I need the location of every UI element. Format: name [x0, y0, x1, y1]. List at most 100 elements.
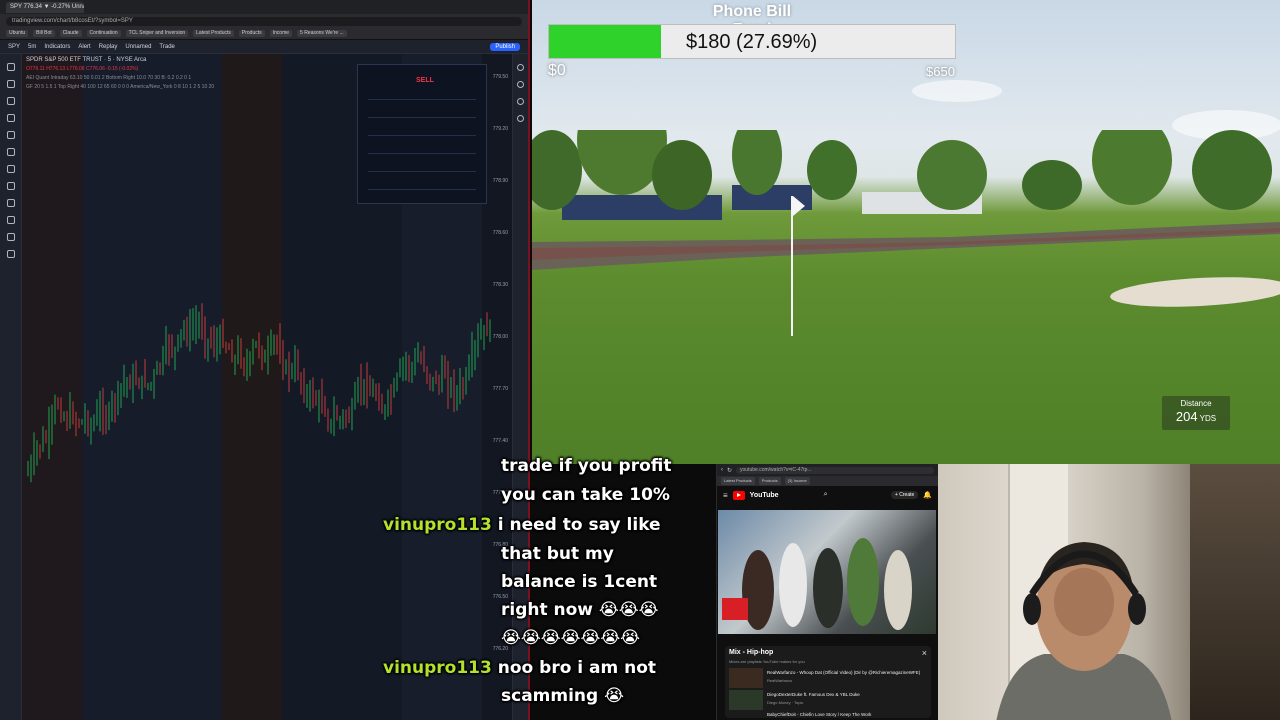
eye-tool-icon[interactable] [6, 233, 15, 241]
bookmark-item[interactable]: Products [758, 477, 781, 485]
indicator-legend: AEI Quant Intraday 63.10 50 0.01 2 Botto… [26, 75, 192, 81]
yt-address-bar[interactable]: youtube.com/watch?v=iC-47tp... [736, 466, 934, 474]
game-capture: Phone Bill Fund $180 (27.69%) $0 $650 Di… [532, 0, 1280, 464]
session-band [82, 54, 222, 720]
playlist-item[interactable]: DiegoDexterDuke ft. Famous Dex & YBL Duk… [729, 690, 925, 712]
playlist-item-title: RealWarfanzo - Whoop Dat (Official Video… [767, 670, 921, 675]
reload-icon[interactable]: ↻ [727, 467, 732, 474]
signal-row [368, 153, 476, 154]
price-axis-label: 777.70 [492, 386, 508, 392]
video-player[interactable] [718, 510, 936, 634]
ideas-icon[interactable] [517, 115, 524, 122]
fund-max-label: $650 [926, 64, 955, 79]
price-axis-label: 778.90 [492, 178, 508, 184]
bookmark-item[interactable]: Latest Products [193, 30, 234, 37]
ohlc-readout: O776.11 H776.13 L776.06 C776.06 -0.15 (-… [26, 66, 139, 72]
yt-bookmarks-bar: Latest Products Products (3) Income [717, 476, 938, 486]
back-icon[interactable]: ‹ [721, 467, 723, 473]
bookmark-item[interactable]: TCL Sniper and Inversion [125, 30, 189, 37]
youtube-window: ‹ ↻ youtube.com/watch?v=iC-47tp... Lates… [716, 464, 938, 720]
mix-subtitle: Mixes are playlists YouTube makes for yo… [729, 659, 805, 664]
spectator-crowd [532, 222, 1280, 270]
notifications-icon[interactable]: 🔔 [923, 491, 932, 499]
close-icon[interactable]: × [922, 648, 927, 658]
distance-readout: Distance 204 YDS [1162, 396, 1230, 430]
signal-row [368, 99, 476, 100]
magnet-tool-icon[interactable] [6, 199, 15, 207]
fund-progress-fill [549, 25, 662, 58]
symbol-title: SPDR S&P 500 ETF TRUST · 5 · NYSE Arca [26, 57, 147, 63]
interval-button[interactable]: 5m [28, 44, 36, 50]
watchlist-icon[interactable] [517, 64, 524, 71]
calendar-icon[interactable] [517, 98, 524, 105]
bookmark-item[interactable]: Income [269, 30, 293, 37]
playlist-item[interactable]: RealWarfanzo - Whoop Dat (Official Video… [729, 668, 925, 690]
youtube-logo-icon[interactable] [732, 490, 745, 500]
playlist-item-title: BabyChiefDoit - Chiefin Love Story / Kee… [767, 712, 872, 717]
fund-amount: $180 (27.69%) [686, 31, 818, 53]
stream-layout: SPY 776.34 ▼ -0.27% Unnamed tradingview.… [0, 0, 1280, 720]
yt-brand[interactable]: YouTube [750, 492, 779, 499]
video-thumbnail [729, 690, 763, 710]
distance-value: 204 [1175, 409, 1198, 424]
signal-row [368, 189, 476, 190]
create-button[interactable]: + Create [890, 491, 919, 499]
alerts-icon[interactable] [517, 81, 524, 88]
playlist-item[interactable]: BabyChiefDoit - Chiefin Love Story / Kee… [729, 710, 925, 718]
text-tool-icon[interactable] [6, 131, 15, 139]
search-icon[interactable]: ⌕ [824, 491, 828, 499]
cloud [912, 80, 1002, 102]
publish-button[interactable]: Publish [490, 42, 520, 51]
bookmark-item[interactable]: 5 Reasons We're ... [297, 30, 347, 37]
chat-message: 😭😭😭😭😭😭😭 [501, 628, 641, 648]
chat-message: that but my [501, 544, 614, 564]
fund-min-label: $0 [548, 62, 566, 79]
menu-icon[interactable]: ≡ [723, 491, 728, 500]
yt-address-row: ‹ ↻ youtube.com/watch?v=iC-47tp... [717, 464, 938, 476]
signal-row [368, 117, 476, 118]
bookmark-item[interactable]: Latest Products [721, 477, 755, 485]
trash-tool-icon[interactable] [6, 250, 15, 258]
chat-message: vinupro113 noo bro i am not [383, 658, 657, 678]
signal-label: SELL [416, 77, 434, 84]
lock-tool-icon[interactable] [6, 216, 15, 224]
indicators-button[interactable]: Indicators [44, 44, 70, 50]
playlist-item-channel: RealWarfanzo [767, 678, 793, 683]
zoom-tool-icon[interactable] [6, 182, 15, 190]
pattern-tool-icon[interactable] [6, 148, 15, 156]
bookmark-item[interactable]: Ubuntu [6, 30, 29, 37]
playlist-item-channel: Diego Money · Topic [767, 700, 804, 705]
alert-button[interactable]: Alert [78, 44, 90, 50]
measure-tool-icon[interactable] [6, 165, 15, 173]
bookmark-item[interactable]: Bill Bot [33, 30, 55, 37]
layout-name-button[interactable]: Unnamed [125, 44, 151, 50]
chat-message: scamming 😭 [501, 686, 624, 706]
browser-tab-strip: SPY 776.34 ▼ -0.27% Unnamed [0, 0, 528, 14]
replay-button[interactable]: Replay [99, 44, 118, 50]
chat-message: right now 😭😭😭 [501, 600, 659, 620]
signal-row [368, 171, 476, 172]
background-hallway [1190, 464, 1280, 720]
bookmark-item[interactable]: Continuation [86, 30, 121, 37]
fib-tool-icon[interactable] [6, 97, 15, 105]
session-band [22, 54, 82, 720]
crosshair-tool-icon[interactable] [6, 63, 15, 71]
trade-button[interactable]: Trade [159, 44, 174, 50]
bookmark-item[interactable]: Claude [59, 30, 82, 37]
chat-overlay: trade if you profit you can take 10% vin… [378, 456, 714, 720]
price-axis-label: 778.60 [492, 230, 508, 236]
address-bar[interactable]: tradingview.com/chart/b8cosEt/?symbol=SP… [6, 16, 522, 26]
sand-bunker [1109, 273, 1280, 311]
signal-table: SELL [357, 64, 487, 204]
chart-toolbar: SPY 5m Indicators Alert Replay Unnamed T… [0, 40, 528, 54]
flagstick [791, 196, 793, 336]
playlist-item-title: DiegoDexterDuke ft. Famous Dex & YBL Duk… [767, 692, 860, 697]
symbol-search-button[interactable]: SPY [8, 44, 20, 50]
bookmark-item[interactable]: Products [238, 30, 265, 37]
trendline-tool-icon[interactable] [6, 80, 15, 88]
bookmark-item[interactable]: (3) Income [784, 477, 810, 485]
distance-unit: YDS [1199, 414, 1217, 423]
video-thumbnail [729, 668, 763, 688]
brush-tool-icon[interactable] [6, 114, 15, 122]
browser-tab[interactable]: SPY 776.34 ▼ -0.27% Unnamed [6, 1, 84, 13]
